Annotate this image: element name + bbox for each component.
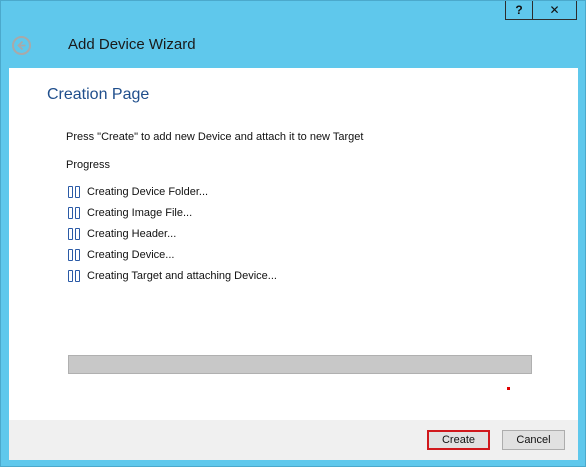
instruction-text: Press "Create" to add new Device and att…: [66, 131, 364, 143]
create-button[interactable]: Create: [427, 430, 490, 450]
step-label: Creating Header...: [87, 227, 177, 240]
step-item: Creating Device...: [68, 244, 277, 265]
back-arrow-icon: [17, 40, 26, 51]
step-label: Creating Target and attaching Device...: [87, 269, 277, 282]
page-title: Creation Page: [47, 86, 150, 103]
titlebar-buttons: ? ✕: [505, 1, 577, 21]
progress-steps: Creating Device Folder... Creating Image…: [68, 181, 277, 286]
step-item: Creating Header...: [68, 223, 277, 244]
wizard-title: Add Device Wizard: [68, 36, 196, 53]
pending-step-icon: [68, 269, 80, 282]
pending-step-icon: [68, 227, 80, 240]
button-bar: Create Cancel: [9, 420, 578, 460]
help-button[interactable]: ?: [505, 1, 533, 20]
step-item: Creating Image File...: [68, 202, 277, 223]
close-button[interactable]: ✕: [533, 1, 577, 20]
step-label: Creating Image File...: [87, 206, 193, 219]
pending-step-icon: [68, 185, 80, 198]
pending-step-icon: [68, 248, 80, 261]
progress-label: Progress: [66, 159, 111, 171]
wizard-window: ? ✕ Add Device Wizard Creation Page Pres…: [0, 0, 586, 467]
pending-step-icon: [68, 206, 80, 219]
step-item: Creating Target and attaching Device...: [68, 265, 277, 286]
back-button[interactable]: [12, 36, 31, 55]
red-marker: [507, 387, 510, 390]
step-label: Creating Device...: [87, 248, 175, 261]
step-item: Creating Device Folder...: [68, 181, 277, 202]
progress-bar: [68, 355, 532, 374]
content-panel: Creation Page Press "Create" to add new …: [9, 68, 578, 420]
cancel-button[interactable]: Cancel: [502, 430, 565, 450]
step-label: Creating Device Folder...: [87, 185, 209, 198]
